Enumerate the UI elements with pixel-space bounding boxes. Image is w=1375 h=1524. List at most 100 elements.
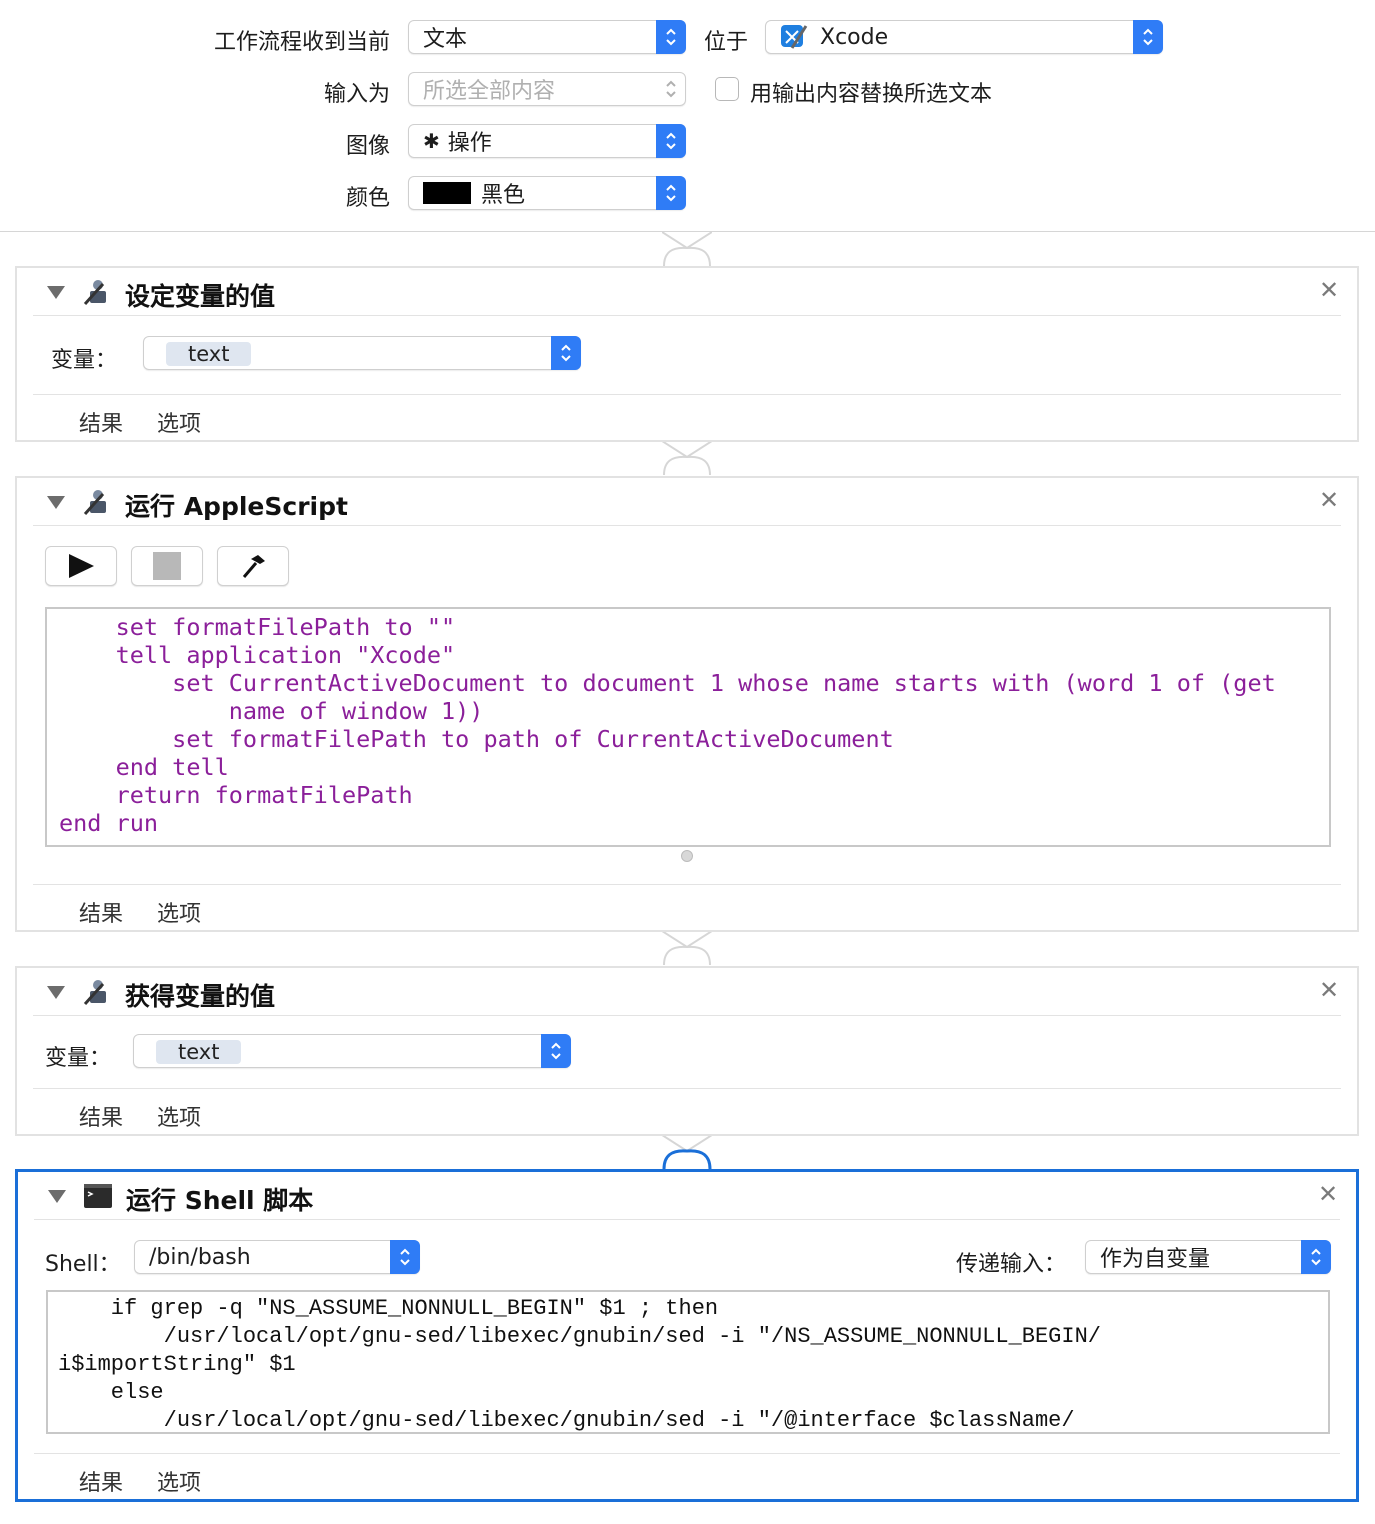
options-tab[interactable]: 选项 <box>157 1465 201 1497</box>
close-icon[interactable]: ✕ <box>1317 486 1341 514</box>
action-get-variable[interactable]: 获得变量的值 ✕ 变量： text 结果 选项 <box>15 966 1359 1136</box>
action-title: 运行 Shell 脚本 <box>126 1186 314 1215</box>
action-footer: 结果 选项 <box>33 1088 1341 1138</box>
variable-token: text <box>166 342 252 366</box>
code-line: end run <box>59 809 159 837</box>
code-line: name of window 1)) <box>59 697 484 725</box>
code-line: i$importString" $1 <box>58 1352 296 1377</box>
color-popup[interactable]: 黑色 <box>408 176 686 210</box>
action-title: 运行 AppleScript <box>125 492 348 521</box>
chevron-updown-icon <box>390 1240 420 1274</box>
color-swatch <box>423 182 471 204</box>
resize-handle[interactable] <box>681 850 693 862</box>
action-set-variable[interactable]: 设定变量的值 ✕ 变量： text 结果 选项 <box>15 266 1359 442</box>
pass-input-popup[interactable]: 作为自变量 <box>1085 1240 1331 1274</box>
replace-selected-label: 用输出内容替换所选文本 <box>750 82 993 107</box>
close-icon[interactable]: ✕ <box>1316 1180 1340 1208</box>
in-label: 位于 <box>703 30 748 55</box>
chevron-updown-icon <box>551 336 581 370</box>
shell-popup[interactable]: /bin/bash <box>134 1240 420 1274</box>
shell-script-editor[interactable]: if grep -q "NS_ASSUME_NONNULL_BEGIN" $1 … <box>46 1290 1330 1434</box>
action-header: 运行 Shell 脚本 ✕ <box>34 1172 1340 1220</box>
run-button[interactable] <box>45 546 117 586</box>
terminal-icon <box>84 1184 112 1208</box>
automator-robot-icon <box>83 490 106 516</box>
action-run-applescript[interactable]: 运行 AppleScript ✕ set formatFilePath to "… <box>15 476 1359 932</box>
receives-value: 文本 <box>423 27 468 52</box>
image-value: 操作 <box>447 131 492 156</box>
code-line: /usr/local/opt/gnu-sed/libexec/gnubin/se… <box>58 1408 1075 1433</box>
options-tab[interactable]: 选项 <box>157 896 201 928</box>
disclosure-triangle-icon[interactable] <box>47 986 65 999</box>
code-line: if grep -q "NS_ASSUME_NONNULL_BEGIN" $1 … <box>58 1296 719 1321</box>
variable-popup[interactable]: text <box>143 336 581 370</box>
automator-robot-icon <box>83 980 106 1006</box>
code-line: set formatFilePath to path of CurrentAct… <box>59 725 894 753</box>
color-value: 黑色 <box>481 183 526 208</box>
connector-icon <box>662 232 712 267</box>
connector-icon <box>662 931 712 966</box>
shell-value: /bin/bash <box>149 1244 251 1270</box>
results-tab[interactable]: 结果 <box>79 896 123 928</box>
results-tab[interactable]: 结果 <box>79 1100 123 1132</box>
options-tab[interactable]: 选项 <box>157 406 201 438</box>
code-line: else <box>58 1380 164 1405</box>
chevron-updown-icon <box>656 72 686 106</box>
applescript-editor[interactable]: set formatFilePath to "" tell applicatio… <box>45 607 1331 847</box>
code-line: set CurrentActiveDocument to document 1 … <box>59 669 1276 697</box>
gear-icon: ✱ <box>423 129 440 153</box>
variable-label: 变量： <box>51 348 118 373</box>
image-label: 图像 <box>345 134 390 159</box>
pass-input-label: 传递输入： <box>956 1252 1067 1277</box>
action-footer: 结果 选项 <box>33 394 1341 444</box>
disclosure-triangle-icon[interactable] <box>47 286 65 299</box>
results-tab[interactable]: 结果 <box>79 1465 123 1497</box>
action-title: 获得变量的值 <box>125 982 276 1011</box>
chevron-updown-icon <box>1301 1240 1331 1274</box>
action-header: 获得变量的值 ✕ <box>33 968 1341 1016</box>
application-value: Xcode <box>820 24 889 50</box>
connector-icon <box>662 441 712 476</box>
results-tab[interactable]: 结果 <box>79 406 123 438</box>
replace-selected-checkbox[interactable] <box>715 77 739 101</box>
chevron-updown-icon <box>541 1034 571 1068</box>
run-icon <box>69 554 94 578</box>
input-value: 所选全部内容 <box>423 79 556 104</box>
color-label: 颜色 <box>345 186 390 211</box>
action-title: 设定变量的值 <box>125 282 276 311</box>
chevron-updown-icon <box>656 176 686 210</box>
xcode-icon <box>778 22 810 52</box>
application-popup[interactable]: Xcode <box>765 20 1163 54</box>
stop-button[interactable] <box>131 546 203 586</box>
image-popup[interactable]: ✱ 操作 <box>408 124 686 158</box>
input-popup: 所选全部内容 <box>408 72 686 106</box>
action-footer: 结果 选项 <box>34 1453 1340 1503</box>
chevron-updown-icon <box>1133 20 1163 54</box>
action-header: 运行 AppleScript ✕ <box>33 478 1341 526</box>
variable-label: 变量： <box>45 1046 112 1071</box>
disclosure-triangle-icon[interactable] <box>47 496 65 509</box>
action-footer: 结果 选项 <box>33 884 1341 934</box>
compile-button[interactable] <box>217 546 289 586</box>
shell-label: Shell： <box>45 1252 121 1277</box>
variable-token: text <box>156 1040 242 1064</box>
automator-robot-icon <box>83 280 106 306</box>
pass-input-value: 作为自变量 <box>1100 1247 1211 1272</box>
chevron-updown-icon <box>656 124 686 158</box>
close-icon[interactable]: ✕ <box>1317 976 1341 1004</box>
action-run-shell-script[interactable]: 运行 Shell 脚本 ✕ Shell： /bin/bash 传递输入： 作为自… <box>15 1169 1359 1502</box>
receives-label: 工作流程收到当前 <box>213 30 390 55</box>
options-tab[interactable]: 选项 <box>157 1100 201 1132</box>
variable-popup[interactable]: text <box>133 1034 571 1068</box>
stop-icon <box>153 552 181 580</box>
code-line: /usr/local/opt/gnu-sed/libexec/gnubin/se… <box>58 1324 1101 1349</box>
close-icon[interactable]: ✕ <box>1317 276 1341 304</box>
code-line: tell application "Xcode" <box>59 641 456 669</box>
compile-hammer-icon <box>242 555 265 578</box>
code-line: set formatFilePath to "" <box>59 613 456 641</box>
input-label: 输入为 <box>323 82 390 107</box>
connector-icon <box>662 1135 712 1170</box>
code-line: end tell <box>59 753 229 781</box>
disclosure-triangle-icon[interactable] <box>48 1190 66 1203</box>
action-header: 设定变量的值 ✕ <box>33 268 1341 316</box>
